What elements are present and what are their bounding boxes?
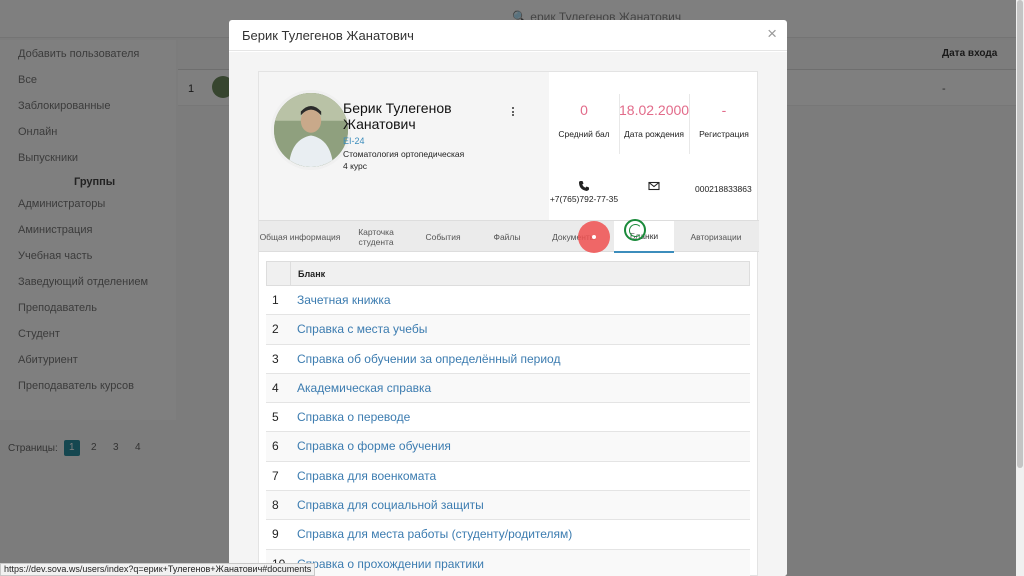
table-row: 9 Справка для места работы (студенту/роди… [266, 520, 750, 550]
table-row: 2 Справка с места учебы [266, 315, 750, 345]
row-number: 4 [272, 380, 279, 395]
profile-course: 4 курс [343, 161, 368, 171]
blank-link[interactable]: Зачетная книжка [297, 293, 391, 307]
blank-link[interactable]: Академическая справка [297, 381, 431, 395]
stat-birth-date: 18.02.2000 Дата рождения [619, 72, 689, 172]
row-number: 2 [272, 322, 279, 337]
stat-label: Средний бал [558, 129, 610, 139]
blanks-table: Бланк 1 Зачетная книжка 2 Справка с места … [266, 261, 750, 576]
table-row: 6 Справка о форме обучения [266, 432, 750, 462]
stat-value: 18.02.2000 [619, 102, 690, 118]
table-row: 4 Академическая справка [266, 373, 750, 404]
blank-link[interactable]: Справка об обучении за определённый пери… [297, 352, 560, 366]
close-button[interactable]: × [767, 25, 777, 43]
avatar [271, 90, 351, 170]
user-modal: Берик Тулегенов Жанатович × Берик Тулеге… [229, 20, 787, 576]
blank-column-header: Бланк [298, 269, 326, 279]
modal-title: Берик Тулегенов Жанатович [242, 28, 414, 43]
stat-label: Дата рождения [624, 129, 684, 139]
blank-link[interactable]: Справка для военкомата [297, 469, 436, 483]
click-indicator [578, 221, 610, 253]
tab-events[interactable]: События [411, 221, 475, 253]
blank-link[interactable]: Справка для места работы (студенту/родит… [297, 527, 572, 541]
profile-speciality: Стоматология ортопедическая [343, 149, 465, 159]
profile-card: Берик Тулегенов Жанатович EI-24 Стоматол… [258, 71, 759, 576]
iin-number: 000218833863 [695, 184, 752, 194]
profile-tabs: Общая информация Карточка студента Событ… [259, 220, 759, 253]
stat-value: - [721, 102, 727, 118]
contact-email[interactable] [619, 180, 689, 194]
tab-general-info[interactable]: Общая информация [259, 221, 341, 253]
more-options-icon[interactable] [510, 107, 516, 119]
row-number: 5 [272, 410, 279, 425]
modal-body: Берик Тулегенов Жанатович EI-24 Стоматол… [229, 52, 787, 576]
blank-link[interactable]: Справка для социальной защиты [297, 498, 484, 512]
tab-student-card[interactable]: Карточка студента [341, 221, 411, 253]
tab-files[interactable]: Файлы [475, 221, 539, 253]
row-number: 8 [272, 498, 279, 513]
phone-icon [579, 181, 589, 191]
table-row: 7 Справка для военкомата [266, 461, 750, 492]
contact-phone[interactable]: +7(765)792-77-35 [549, 180, 619, 204]
profile-summary: Берик Тулегенов Жанатович EI-24 Стоматол… [259, 72, 549, 220]
blank-link[interactable]: Справка с места учебы [297, 322, 427, 336]
profile-stats: 0 Средний бал 18.02.2000 Дата рождения -… [549, 72, 759, 220]
blank-link[interactable]: Справка о форме обучения [297, 439, 451, 453]
stat-value: 0 [580, 102, 588, 118]
scrollbar-thumb[interactable] [1017, 0, 1023, 468]
phone-number: +7(765)792-77-35 [549, 194, 619, 204]
table-row: 8 Справка для социальной защиты [266, 491, 750, 521]
stat-registration: - Регистрация [689, 72, 759, 172]
profile-name: Берик Тулегенов Жанатович [343, 100, 452, 132]
table-row: 5 Справка о переводе [266, 403, 750, 433]
table-header: Бланк [266, 261, 750, 286]
blank-link[interactable]: Справка о прохождении практики [297, 557, 484, 571]
stat-label: Регистрация [699, 129, 749, 139]
row-number: 1 [272, 293, 279, 307]
stat-average-grade: 0 Средний бал [549, 72, 619, 172]
status-bar-url: https://dev.sova.ws/users/index?q=ерик+Т… [0, 563, 316, 576]
table-row: 10Справка о прохождении практики [266, 549, 750, 576]
loading-cursor-icon [624, 219, 646, 241]
modal-header: Берик Тулегенов Жанатович × [229, 20, 787, 51]
row-number: 7 [272, 468, 279, 483]
profile-group-link[interactable]: EI-24 [343, 136, 365, 146]
avatar-photo [274, 93, 348, 167]
table-row: 1 Зачетная книжка [266, 286, 750, 316]
row-number: 6 [272, 439, 279, 454]
page-scrollbar[interactable] [1016, 0, 1024, 576]
row-number: 3 [272, 351, 279, 366]
blank-link[interactable]: Справка о переводе [297, 410, 410, 424]
row-number: 9 [272, 527, 279, 542]
index-column-header [267, 262, 291, 285]
tab-authorizations[interactable]: Авторизации [679, 221, 753, 253]
table-row: 3 Справка об обучении за определённый пер… [266, 344, 750, 374]
envelope-icon [648, 181, 660, 191]
